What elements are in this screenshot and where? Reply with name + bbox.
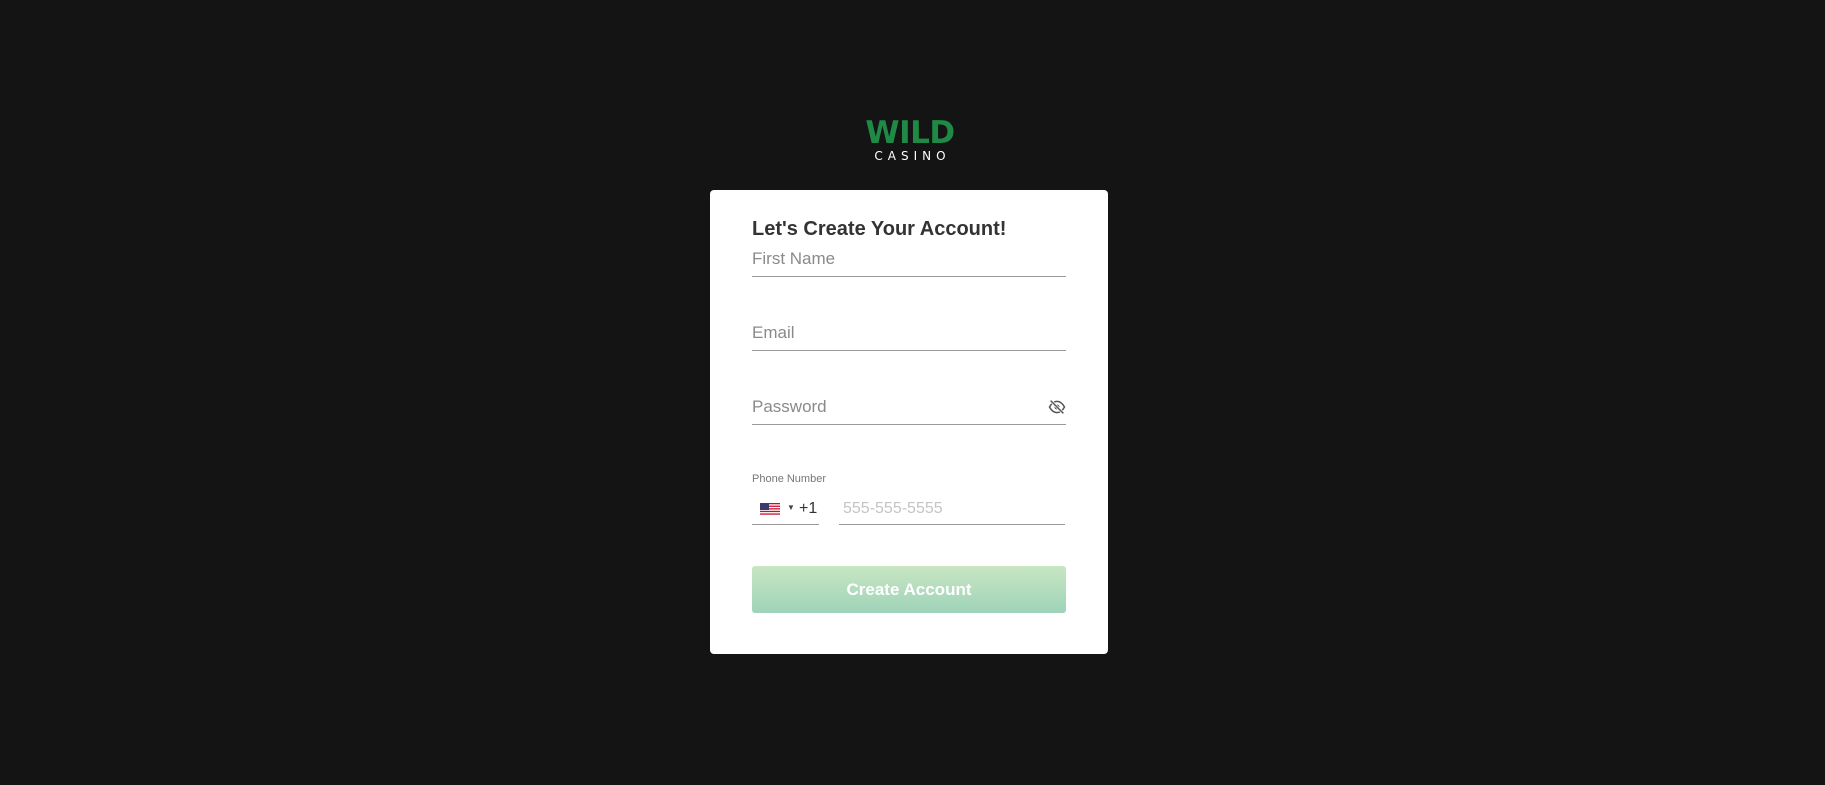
dial-code: +1 xyxy=(799,500,818,517)
password-field xyxy=(752,390,1066,425)
first-name-input[interactable] xyxy=(752,242,1066,276)
caret-down-icon: ▼ xyxy=(787,503,795,512)
email-field xyxy=(752,316,1066,351)
phone-number-label: Phone Number xyxy=(752,473,826,485)
logo-wild-text: WILD xyxy=(865,115,955,151)
email-input[interactable] xyxy=(752,316,1066,350)
signup-card: Let's Create Your Account! Phone Number xyxy=(710,190,1108,654)
eye-slash-icon[interactable] xyxy=(1048,398,1066,416)
country-code-select[interactable]: ▼ +1 xyxy=(752,494,819,525)
phone-number-field xyxy=(839,494,1065,525)
logo-casino-text: CASINO xyxy=(874,149,951,163)
signup-page: WILD CASINO Let's Create Your Account! P… xyxy=(0,0,1825,785)
us-flag-icon xyxy=(760,503,780,516)
password-input[interactable] xyxy=(752,390,1042,424)
first-name-field xyxy=(752,242,1066,277)
create-account-button[interactable]: Create Account xyxy=(752,566,1066,613)
phone-number-input[interactable] xyxy=(843,494,1063,524)
form-title: Let's Create Your Account! xyxy=(752,218,1007,240)
wild-casino-logo: WILD CASINO xyxy=(864,118,956,166)
